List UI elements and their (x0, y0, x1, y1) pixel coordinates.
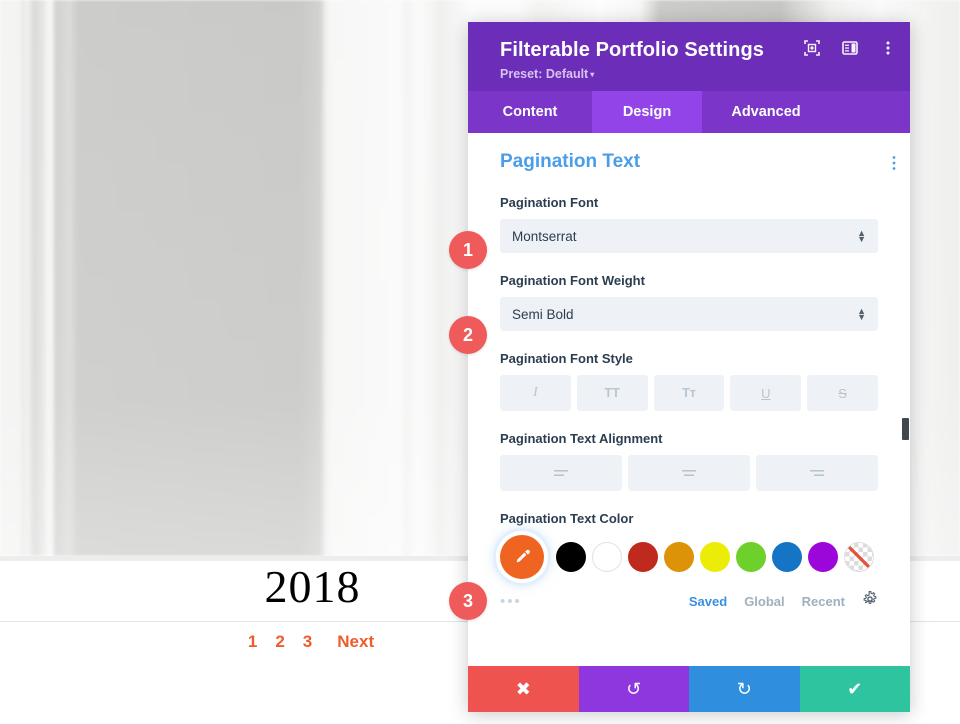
alignment-button-row (500, 455, 878, 491)
section-heading-label: Pagination Text (500, 151, 641, 172)
pagination-font-weight-label: Pagination Font Weight (500, 273, 645, 288)
pagination-font-weight-value: Semi Bold (512, 306, 574, 322)
color-source-tabs: Saved Global Recent (689, 591, 878, 611)
modal-header: Filterable Portfolio Settings Preset: De… (468, 22, 910, 91)
swatch-white[interactable] (592, 542, 622, 572)
panel-scrollbar-track[interactable] (902, 133, 910, 666)
stepper-icon[interactable]: ▲ ▼ (857, 307, 866, 322)
swatch-amber[interactable] (664, 542, 694, 572)
field-pagination-font-weight: Pagination Font Weight Semi Bold ▲ ▼ (500, 273, 878, 331)
preset-label: Preset: Default (500, 67, 589, 81)
pagination-font-label: Pagination Font (500, 195, 599, 210)
tab-content[interactable]: Content (468, 91, 592, 133)
preset-selector[interactable]: Preset: Default ▾ (500, 67, 892, 81)
annotation-badge-3: 3 (449, 582, 487, 620)
color-swatch-row (500, 535, 878, 579)
swatch-yellow[interactable] (700, 542, 730, 572)
gear-icon[interactable] (862, 591, 878, 611)
swatch-transparent[interactable] (844, 542, 874, 572)
chevron-down-icon: ▾ (590, 70, 595, 79)
overflow-menu-icon[interactable] (878, 38, 898, 58)
pagination-font-value: Montserrat (512, 228, 577, 244)
eyedropper-swatch[interactable] (500, 535, 544, 579)
panel-scrollbar-thumb[interactable] (902, 418, 909, 440)
section-menu-icon[interactable] (892, 155, 896, 171)
annotation-badge-1: 1 (449, 231, 487, 269)
align-right-icon[interactable] (756, 455, 878, 491)
swatch-green[interactable] (736, 542, 766, 572)
strikethrough-icon[interactable]: S (807, 375, 878, 411)
font-style-button-row: I TT Tт U S (500, 375, 878, 411)
screen: 2018 1 2 3 Next Filterable Portfolio Settin… (0, 0, 960, 724)
uppercase-icon[interactable]: TT (576, 375, 648, 411)
section-heading: Pagination Text (500, 151, 896, 173)
focus-target-icon[interactable] (802, 38, 822, 58)
pagination-text-alignment-label: Pagination Text Alignment (500, 431, 663, 446)
pagination-font-weight-select[interactable]: Semi Bold ▲ ▼ (500, 297, 878, 331)
field-pagination-text-color: Pagination Text Color ••• Saved Global R… (500, 511, 878, 611)
swatch-purple[interactable] (808, 542, 838, 572)
pagination-page-3[interactable]: 3 (303, 632, 312, 651)
swatch-black[interactable] (556, 542, 586, 572)
settings-modal: Filterable Portfolio Settings Preset: De… (468, 22, 910, 712)
more-colors-icon[interactable]: ••• (500, 593, 522, 610)
field-pagination-font: Pagination Font Montserrat ▲ ▼ (500, 195, 878, 253)
save-button[interactable]: ✔ (799, 666, 910, 712)
pagination-page-1[interactable]: 1 (248, 632, 257, 651)
tab-advanced[interactable]: Advanced (702, 91, 830, 133)
tab-design[interactable]: Design (592, 91, 702, 133)
color-tab-global[interactable]: Global (744, 594, 784, 609)
modal-action-bar: ✖ ↺ ↻ ✔ (468, 666, 910, 712)
pagination-font-select[interactable]: Montserrat ▲ ▼ (500, 219, 878, 253)
color-tab-recent[interactable]: Recent (802, 594, 845, 609)
modal-tabs: Content Design Advanced (468, 91, 910, 133)
align-center-icon[interactable] (628, 455, 750, 491)
underline-icon[interactable]: U (730, 375, 802, 411)
pagination-font-style-label: Pagination Font Style (500, 351, 633, 366)
stepper-icon[interactable]: ▲ ▼ (857, 229, 866, 244)
pagination-text-color-label: Pagination Text Color (500, 511, 634, 526)
pagination-next[interactable]: Next (337, 632, 374, 651)
cancel-button[interactable]: ✖ (468, 666, 579, 712)
pagination-page-2[interactable]: 2 (275, 632, 284, 651)
modal-header-icons (802, 38, 898, 58)
swatch-dark-red[interactable] (628, 542, 658, 572)
modal-body: Pagination Text Pagination Font Montserr… (468, 133, 910, 666)
annotation-badge-2: 2 (449, 316, 487, 354)
layout-panel-icon[interactable] (840, 38, 860, 58)
color-panel-footer: ••• Saved Global Recent (500, 591, 878, 611)
color-tab-saved[interactable]: Saved (689, 594, 727, 609)
swatch-blue[interactable] (772, 542, 802, 572)
italic-icon[interactable]: I (500, 375, 571, 411)
field-pagination-text-alignment: Pagination Text Alignment (500, 431, 878, 491)
small-caps-icon[interactable]: Tт (653, 375, 725, 411)
field-pagination-font-style: Pagination Font Style I TT Tт U S (500, 351, 878, 411)
undo-button[interactable]: ↺ (578, 666, 689, 712)
redo-button[interactable]: ↻ (689, 666, 800, 712)
align-left-icon[interactable] (500, 455, 622, 491)
